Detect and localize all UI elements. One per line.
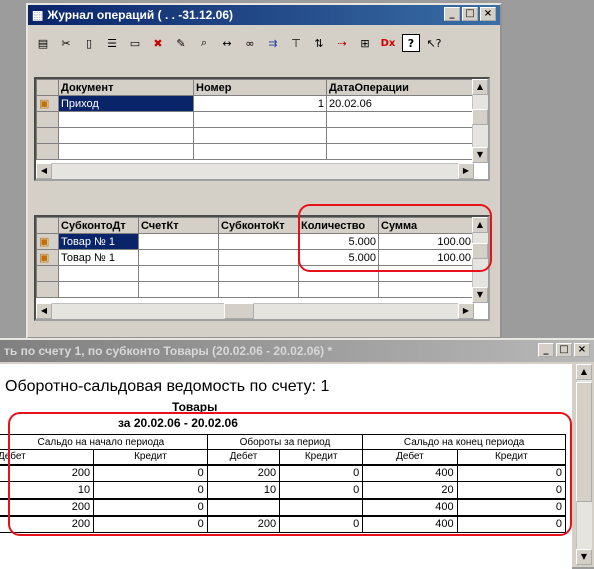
maximize-button[interactable]: □	[556, 343, 572, 357]
journal-window: ▦ Журнал операций ( . . -31.12.06) _ □ ×…	[26, 3, 502, 339]
cell-subconto-dt[interactable]: Товар № 1	[58, 233, 139, 250]
scroll-thumb[interactable]	[472, 109, 488, 125]
documents-table: Документ Номер ДатаОперации ▣ Приход 1 2…	[36, 79, 474, 160]
table-row[interactable]: ▣ Приход 1 20.02.06	[36, 95, 474, 112]
cell-number[interactable]: 1	[193, 95, 327, 112]
dx-icon[interactable]: Dx	[379, 34, 397, 52]
cell-account-kt[interactable]	[138, 233, 219, 250]
documents-hscroll[interactable]: ◀ ▶	[36, 163, 474, 179]
help-pointer-icon[interactable]: ↖?	[425, 34, 443, 52]
hscroll-thumb[interactable]	[224, 303, 254, 319]
cell-account-kt[interactable]	[138, 249, 219, 266]
scroll-thumb[interactable]	[576, 382, 592, 502]
entry-row-icon: ▣	[36, 249, 59, 266]
help-icon[interactable]: ?	[402, 34, 420, 52]
journal-titlebar[interactable]: ▦ Журнал операций ( . . -31.12.06) _ □ ×	[28, 5, 500, 25]
report-vscroll[interactable]: ▲ ▼	[576, 364, 592, 565]
tree-icon[interactable]: ⇉	[264, 34, 282, 52]
cell-subconto-kt[interactable]	[218, 233, 299, 250]
delete-icon[interactable]: ✖	[149, 34, 167, 52]
col-subconto-dt[interactable]: СубконтоДт	[58, 217, 139, 234]
table-row[interactable]	[36, 111, 474, 128]
new-icon[interactable]: ▤	[34, 34, 52, 52]
document-row-icon: ▣	[36, 95, 59, 112]
close-button[interactable]: ×	[574, 343, 590, 357]
edit-icon[interactable]: ✎	[172, 34, 190, 52]
report-heading: Оборотно-сальдовая ведомость по счету: 1	[5, 378, 330, 395]
app-icon: ▦	[32, 8, 44, 22]
row-header-corner	[36, 217, 59, 234]
close-button[interactable]: ×	[480, 7, 496, 21]
scroll-left-button[interactable]: ◀	[36, 303, 52, 319]
row-header-corner	[36, 79, 59, 96]
scroll-down-button[interactable]: ▼	[472, 287, 488, 303]
scroll-up-button[interactable]: ▲	[472, 79, 488, 95]
document-list-icon[interactable]: ☰	[103, 34, 121, 52]
scroll-left-button[interactable]: ◀	[36, 163, 52, 179]
cell-document[interactable]: Приход	[58, 95, 194, 112]
folder-icon[interactable]: ▭	[126, 34, 144, 52]
maximize-button[interactable]: □	[462, 7, 478, 21]
entries-hscroll[interactable]: ◀ ▶	[36, 303, 474, 319]
journal-title: Журнал операций ( . . -31.12.06)	[47, 8, 234, 22]
sort-icon[interactable]: ⇅	[310, 34, 328, 52]
table-row[interactable]	[36, 127, 474, 144]
scroll-right-button[interactable]: ▶	[458, 163, 474, 179]
entry-row-icon: ▣	[36, 233, 59, 250]
col-subconto-kt[interactable]: СубконтоКт	[218, 217, 299, 234]
highlight-report-table	[8, 412, 572, 536]
col-number[interactable]: Номер	[193, 79, 327, 96]
document-icon[interactable]: ▯	[80, 34, 98, 52]
table-row[interactable]	[36, 281, 474, 298]
minimize-button[interactable]: _	[538, 343, 554, 357]
col-document[interactable]: Документ	[58, 79, 194, 96]
journal-toolbar: ▤ ✂ ▯ ☰ ▭ ✖ ✎ ⌕ ↔ ∞ ⇉ ⊤ ⇅ ⇢ ⊞ Dx ? ↖?	[32, 29, 496, 57]
filter-icon[interactable]: ⊤	[287, 34, 305, 52]
cell-subconto-kt[interactable]	[218, 249, 299, 266]
scroll-up-button[interactable]: ▲	[576, 364, 592, 380]
copy-icon[interactable]: ✂	[57, 34, 75, 52]
documents-vscroll[interactable]: ▲ ▼	[472, 79, 488, 163]
documents-grid: Документ Номер ДатаОперации ▣ Приход 1 2…	[34, 77, 490, 181]
find-icon[interactable]: ⌕	[195, 34, 213, 52]
highlight-quantity-sum	[298, 204, 492, 272]
scroll-right-button[interactable]: ▶	[458, 303, 474, 319]
cell-date[interactable]: 20.02.06	[326, 95, 474, 112]
scroll-down-button[interactable]: ▼	[576, 549, 592, 565]
move-icon[interactable]: ⇢	[333, 34, 351, 52]
range-icon[interactable]: ↔	[218, 34, 236, 52]
scroll-down-button[interactable]: ▼	[472, 147, 488, 163]
report-title: ть по счету 1, по субконто Товары (20.02…	[4, 344, 333, 358]
col-account-kt[interactable]: СчетКт	[138, 217, 219, 234]
report-titlebar[interactable]: ть по счету 1, по субконто Товары (20.02…	[0, 340, 594, 362]
tree-list-icon[interactable]: ⊞	[356, 34, 374, 52]
table-row[interactable]	[36, 143, 474, 160]
cell-subconto-dt[interactable]: Товар № 1	[58, 249, 139, 266]
col-operation-date[interactable]: ДатаОперации	[326, 79, 474, 96]
binoculars-icon[interactable]: ∞	[241, 34, 259, 52]
minimize-button[interactable]: _	[444, 7, 460, 21]
